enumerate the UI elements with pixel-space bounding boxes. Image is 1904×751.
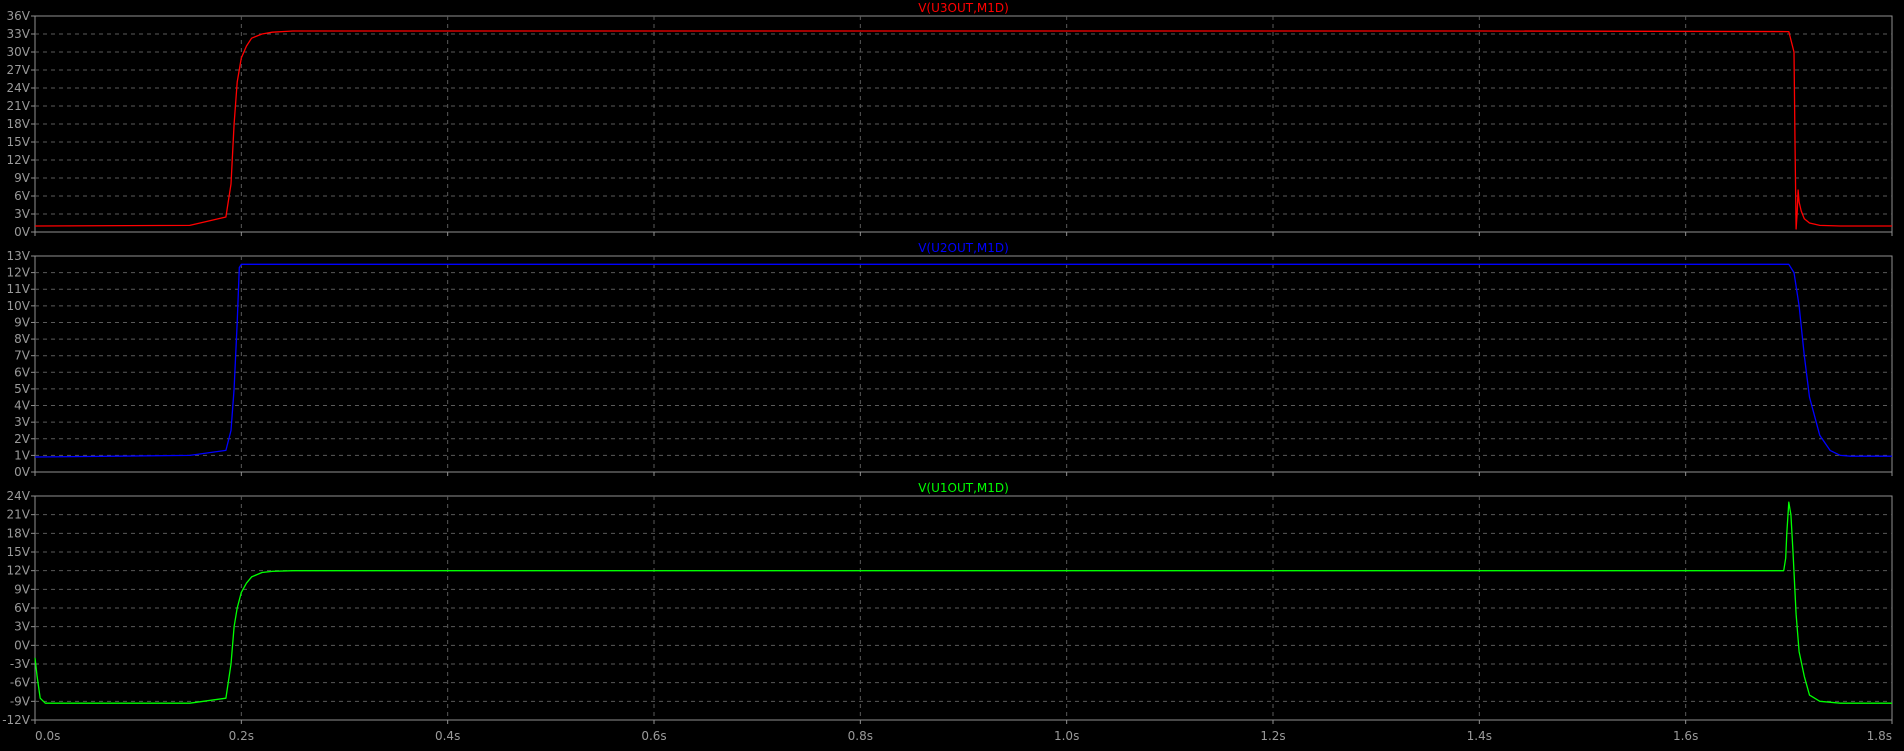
x-tick-label: 1.6s	[1673, 729, 1698, 743]
x-tick-label: 0.0s	[35, 729, 60, 743]
y-tick-label: 0V	[14, 638, 31, 652]
x-tick-label: 1.2s	[1260, 729, 1285, 743]
y-tick-label: 30V	[7, 45, 31, 59]
trace-line[interactable]	[34, 501, 1892, 704]
y-tick-label: -6V	[10, 676, 31, 690]
y-tick-label: 9V	[14, 582, 31, 596]
y-tick-label: 12V	[7, 564, 31, 578]
x-tick-label: 0.2s	[229, 729, 254, 743]
y-tick-label: 15V	[7, 135, 31, 149]
x-tick-label: 0.6s	[641, 729, 666, 743]
y-tick-label: 8V	[14, 332, 31, 346]
y-tick-label: 21V	[7, 99, 31, 113]
y-tick-label: 0V	[14, 225, 31, 239]
waveform-plot[interactable]: 0V 3V 6V 9V 12V 15V 18V 21V 24V 27V 30V 33V 36V V(U3O…	[0, 0, 1904, 746]
y-tick-label: 11V	[7, 282, 31, 296]
y-tick-label: -12V	[2, 713, 31, 727]
pane-1: 0V 3V 6V 9V 12V 15V 18V 21V 24V 27V 30V 33V 36V V(U3O…	[7, 1, 1893, 239]
y-tick-label: 6V	[14, 189, 31, 203]
trace-title[interactable]: V(U3OUT,M1D)	[918, 1, 1009, 15]
y-tick-label: 0V	[14, 465, 31, 479]
y-tick-label: 24V	[7, 489, 31, 503]
x-tick-label: 1.4s	[1467, 729, 1492, 743]
y-tick-label: 33V	[7, 27, 31, 41]
y-tick-label: 9V	[14, 171, 31, 185]
y-tick-label: 12V	[7, 153, 31, 167]
y-tick-label: 36V	[7, 9, 31, 23]
y-tick-label: -3V	[10, 657, 31, 671]
y-tick-label: 24V	[7, 81, 31, 95]
x-tick-label: 1.0s	[1054, 729, 1079, 743]
y-tick-label: -9V	[10, 694, 31, 708]
y-tick-label: 4V	[14, 399, 31, 413]
trace-line[interactable]	[34, 30, 1892, 230]
y-tick-label: 27V	[7, 63, 31, 77]
x-tick-label: 0.4s	[435, 729, 460, 743]
x-tick-label: 1.8s	[1867, 729, 1892, 743]
y-tick-label: 15V	[7, 545, 31, 559]
pane-3: -12V -9V -6V -3V 0V 3V 6V 9V 12V 15V 18V 21V 24V V(U1…	[2, 481, 1893, 727]
y-tick-label: 13V	[7, 249, 31, 263]
y-tick-label: 6V	[14, 365, 31, 379]
y-tick-label: 10V	[7, 299, 31, 313]
waveform-viewer: 0V 3V 6V 9V 12V 15V 18V 21V 24V 27V 30V 33V 36V V(U3O…	[0, 0, 1904, 746]
pane-2: 0V 1V 2V 3V 4V 5V 6V 7V 8V 9V 10V 11V 12V 13V V(U2OUT,…	[7, 241, 1893, 479]
trace-title[interactable]: V(U1OUT,M1D)	[918, 481, 1009, 495]
y-tick-label: 3V	[14, 207, 31, 221]
y-tick-label: 18V	[7, 117, 31, 131]
y-tick-label: 7V	[14, 349, 31, 363]
x-tick-label: 0.8s	[848, 729, 873, 743]
trace-line[interactable]	[34, 263, 1892, 458]
y-tick-label: 5V	[14, 382, 31, 396]
y-tick-label: 6V	[14, 601, 31, 615]
y-tick-label: 2V	[14, 432, 31, 446]
y-tick-label: 18V	[7, 526, 31, 540]
y-tick-label: 3V	[14, 620, 31, 634]
y-tick-label: 9V	[14, 315, 31, 329]
trace-title[interactable]: V(U2OUT,M1D)	[918, 241, 1009, 255]
y-tick-label: 3V	[14, 415, 31, 429]
y-tick-label: 21V	[7, 508, 31, 522]
pane-frame	[34, 255, 1893, 473]
y-tick-label: 12V	[7, 266, 31, 280]
y-tick-label: 1V	[14, 448, 31, 462]
